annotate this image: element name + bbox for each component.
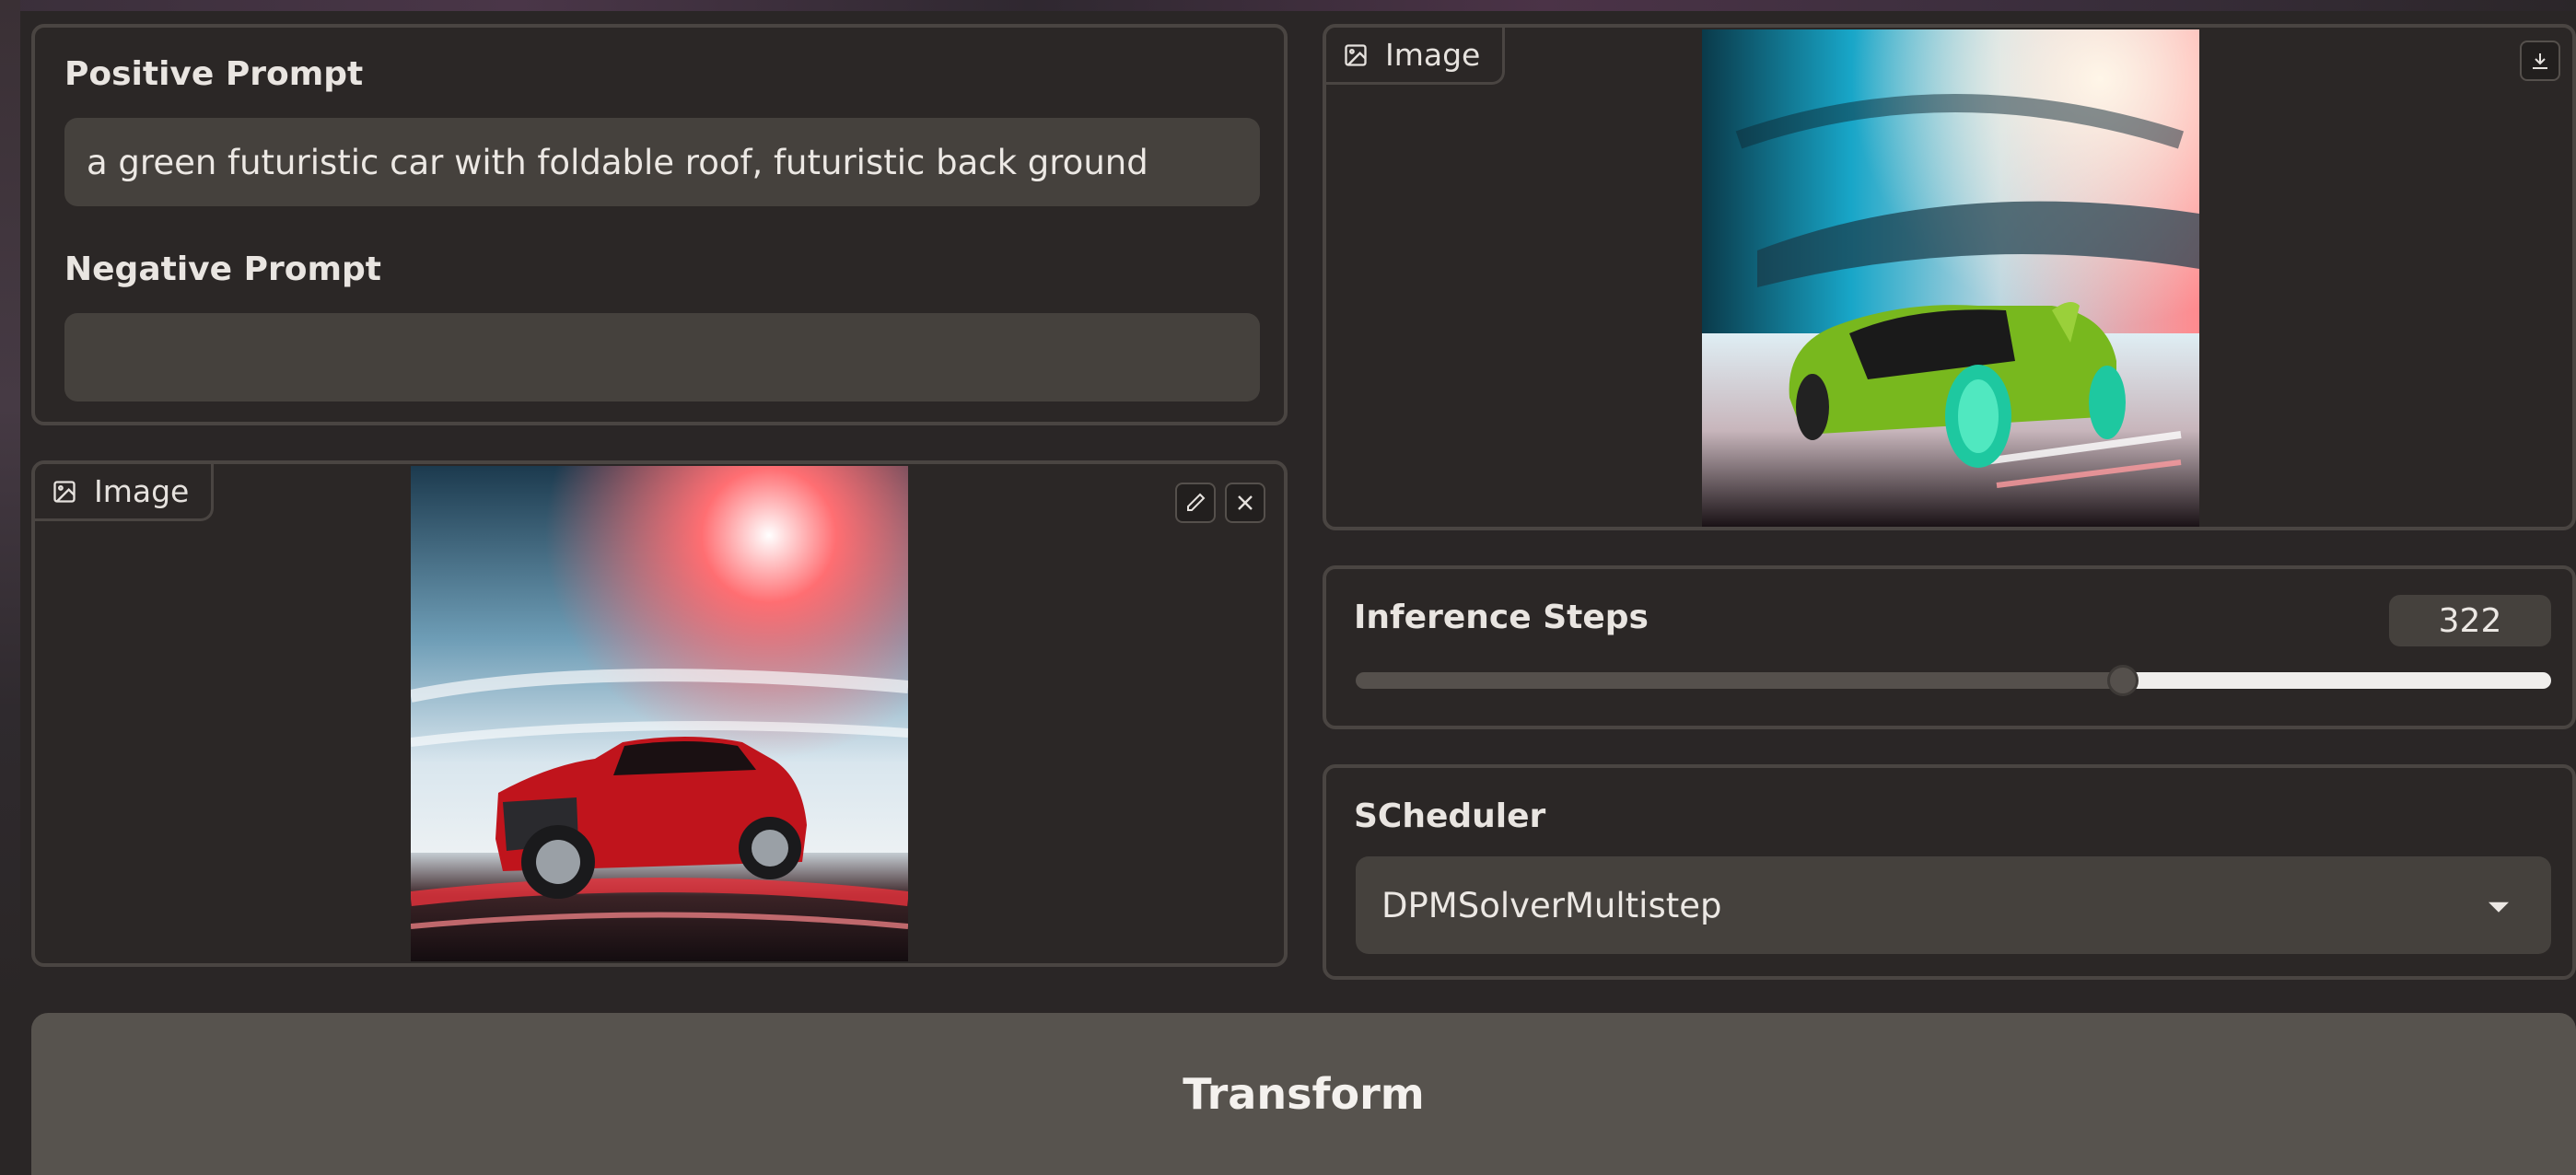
input-image-tag: Image [35, 464, 215, 521]
transform-button[interactable]: Transform [31, 1013, 2576, 1175]
background-strip-top [0, 0, 2576, 11]
inference-steps-label: Inference Steps [1354, 599, 1649, 636]
slider-track-empty[interactable] [2115, 672, 2551, 689]
output-image-label: Image [1385, 37, 1481, 73]
scheduler-label: SCheduler [1354, 797, 1546, 835]
prompt-panel: Positive Prompt a green futuristic car w… [31, 24, 1288, 425]
scheduler-dropdown[interactable]: DPMSolverMultistep [1356, 856, 2551, 954]
positive-prompt-input[interactable]: a green futuristic car with foldable roo… [64, 118, 1260, 206]
input-image-panel[interactable]: Image [31, 460, 1288, 967]
output-image-panel: Image [1323, 24, 2576, 530]
image-icon [1345, 43, 1367, 66]
slider-track-filled[interactable] [1356, 672, 2129, 689]
download-image-button[interactable] [2520, 41, 2560, 81]
output-image-tag: Image [1326, 28, 1506, 85]
negative-prompt-input[interactable] [64, 313, 1260, 401]
pencil-icon [1187, 493, 1206, 511]
image-icon [53, 480, 76, 503]
chevron-down-icon [2489, 902, 2509, 913]
output-image [1702, 29, 2199, 527]
scheduler-panel: SCheduler DPMSolverMultistep [1323, 764, 2576, 980]
download-icon [2533, 53, 2547, 69]
input-image-label: Image [94, 473, 190, 509]
scheduler-selected-value: DPMSolverMultistep [1381, 885, 1722, 925]
negative-prompt-label: Negative Prompt [64, 250, 381, 288]
close-icon [1238, 495, 1253, 510]
inference-steps-number-input[interactable]: 322 [2389, 595, 2551, 646]
input-image [409, 466, 909, 961]
clear-image-button[interactable] [1225, 483, 1265, 523]
positive-prompt-label: Positive Prompt [64, 55, 364, 93]
edit-image-button[interactable] [1175, 483, 1216, 523]
inference-steps-panel: Inference Steps 322 [1323, 565, 2576, 729]
background-strip-left [0, 0, 20, 1013]
inference-steps-slider-thumb[interactable] [2107, 665, 2139, 696]
